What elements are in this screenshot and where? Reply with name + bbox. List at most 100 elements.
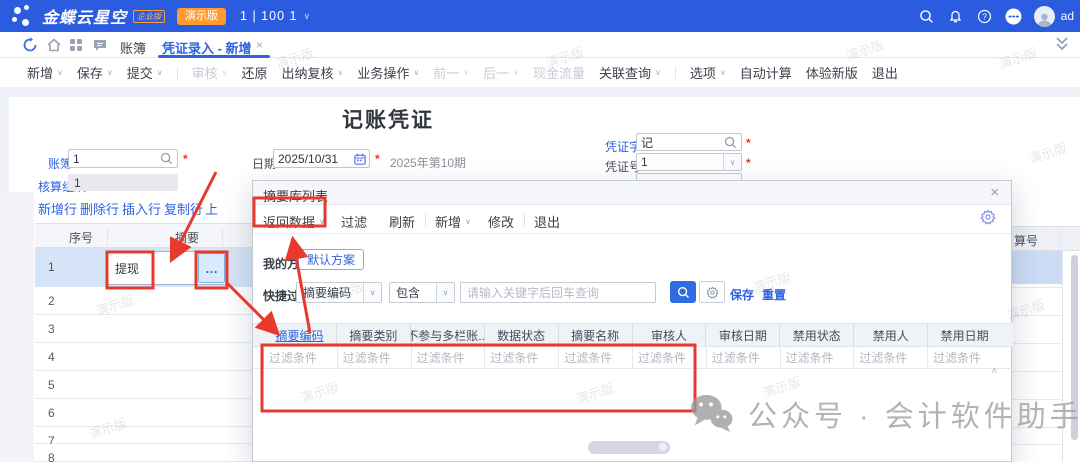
- reset-scheme-link[interactable]: 重置: [762, 286, 786, 303]
- more-options-icon[interactable]: [1005, 8, 1022, 25]
- collapse-double-chevron-icon[interactable]: [1054, 35, 1070, 51]
- dialog-toolbar-刷新[interactable]: 刷新: [389, 212, 415, 231]
- entry-row[interactable]: 4: [35, 343, 252, 371]
- voucher-number-input[interactable]: [637, 155, 723, 169]
- entry-row[interactable]: 8: [35, 444, 252, 462]
- dialog-filter-cell[interactable]: 过滤条件: [780, 347, 854, 368]
- tab-close-icon[interactable]: ×: [256, 38, 263, 52]
- voucher-number-field[interactable]: ∨: [636, 153, 742, 171]
- menu-item-退出[interactable]: 退出: [872, 63, 898, 82]
- voucher-word-input[interactable]: [637, 135, 724, 149]
- dialog-toolbar-退出[interactable]: 退出: [534, 212, 560, 231]
- menu-item-保存[interactable]: 保存∨: [77, 63, 113, 82]
- dialog-filter-cell[interactable]: 过滤条件: [853, 347, 927, 368]
- help-icon[interactable]: ?: [976, 8, 993, 25]
- menu-item-label: 审核: [192, 63, 218, 82]
- notification-bell-icon[interactable]: [947, 8, 964, 25]
- date-input[interactable]: [274, 152, 354, 166]
- default-scheme-button[interactable]: 默认方案: [298, 249, 364, 270]
- row-action-删除行[interactable]: 删除行: [80, 199, 119, 218]
- dialog-toolbar-修改[interactable]: 修改: [488, 212, 514, 231]
- dialog-column-header-审核日期[interactable]: 审核日期: [706, 324, 780, 346]
- filter-settings-button[interactable]: [699, 281, 725, 303]
- home-icon[interactable]: [46, 37, 62, 53]
- apps-grid-icon[interactable]: [68, 37, 84, 53]
- vertical-scrollbar-thumb[interactable]: [1071, 255, 1078, 440]
- calendar-icon[interactable]: [354, 153, 366, 165]
- row-action-复制行[interactable]: 复制行: [164, 199, 203, 218]
- message-icon[interactable]: [92, 37, 108, 53]
- dialog-column-header-禁用日期[interactable]: 禁用日期: [928, 324, 1001, 346]
- voucher-number-chevron-icon[interactable]: ∨: [723, 154, 741, 170]
- menu-item-提交[interactable]: 提交∨: [127, 63, 163, 82]
- keyword-search-input[interactable]: [460, 282, 656, 303]
- dialog-filter-cell[interactable]: 过滤条件: [263, 347, 337, 368]
- dialog-filter-cell[interactable]: 过滤条件: [558, 347, 632, 368]
- menu-item-选项[interactable]: 选项∨: [690, 63, 726, 82]
- user-avatar[interactable]: [1034, 6, 1055, 27]
- dialog-column-header-禁用人[interactable]: 禁用人: [854, 324, 928, 346]
- voucher-word-lookup-icon[interactable]: [724, 136, 737, 149]
- date-field[interactable]: [273, 149, 370, 168]
- dialog-column-header-摘要编码[interactable]: 摘要编码: [263, 324, 337, 346]
- filter-operator-select[interactable]: 包含 ∨: [389, 282, 455, 303]
- dialog-column-header-摘要类别[interactable]: 摘要类别: [337, 324, 411, 346]
- menu-item-自动计算[interactable]: 自动计算: [740, 63, 792, 82]
- menu-item-还原[interactable]: 还原: [242, 63, 268, 82]
- search-button[interactable]: [670, 281, 696, 303]
- summary-lookup-dots-button[interactable]: …: [198, 253, 225, 283]
- entry-row[interactable]: 3: [35, 315, 252, 343]
- entry-row[interactable]: 6: [35, 399, 252, 427]
- menu-item-出纳复核[interactable]: 出纳复核∨: [282, 63, 344, 82]
- dialog-filter-cell[interactable]: 过滤条件: [337, 347, 411, 368]
- filter-operator-chevron-icon[interactable]: ∨: [436, 283, 454, 302]
- dialog-column-header-不参与多栏账...[interactable]: 不参与多栏账...: [411, 324, 485, 346]
- save-scheme-link[interactable]: 保存: [730, 286, 754, 303]
- dialog-close-icon[interactable]: ×: [990, 184, 999, 201]
- row-action-上[interactable]: 上: [205, 199, 218, 218]
- entry-row[interactable]: 2: [35, 287, 252, 315]
- row-seq: 6: [48, 406, 55, 420]
- demo-watermark: 演示版: [1026, 137, 1069, 167]
- tab-account-book[interactable]: 账簿: [120, 38, 146, 57]
- filter-field-select[interactable]: 摘要编码 ∨: [296, 282, 382, 303]
- menu-item-体验新版[interactable]: 体验新版: [806, 63, 858, 82]
- dialog-toolbar-过滤[interactable]: 过滤: [341, 212, 367, 231]
- workspace-chevron-down-icon[interactable]: ∨: [303, 11, 310, 22]
- dialog-filter-cell[interactable]: 过滤条件: [411, 347, 485, 368]
- dialog-column-header-审核人[interactable]: 审核人: [633, 324, 707, 346]
- dialog-toolbar-返回数据[interactable]: 返回数据∨: [263, 212, 325, 231]
- dialog-filter-cell[interactable]: 过滤条件: [706, 347, 780, 368]
- dialog-column-header-数据状态[interactable]: 数据状态: [485, 324, 559, 346]
- sync-icon[interactable]: [22, 37, 38, 53]
- entry-row[interactable]: 7: [35, 427, 252, 444]
- dialog-filter-cell[interactable]: 过滤条件: [632, 347, 706, 368]
- dialog-column-header-摘要名称[interactable]: 摘要名称: [559, 324, 633, 346]
- left-grid-gutter: [0, 192, 34, 462]
- book-field[interactable]: [68, 149, 178, 168]
- menu-item-业务操作[interactable]: 业务操作∨: [357, 63, 419, 82]
- dialog-grid-filter-row: 过滤条件过滤条件过滤条件过滤条件过滤条件过滤条件过滤条件过滤条件过滤条件过滤条件: [253, 347, 1013, 369]
- row-action-插入行[interactable]: 插入行: [122, 199, 161, 218]
- dialog-toolbar-新增[interactable]: 新增∨: [435, 212, 471, 231]
- voucher-word-field[interactable]: [636, 133, 742, 151]
- dialog-settings-gear-icon[interactable]: [980, 209, 996, 228]
- scroll-up-icon[interactable]: ∧: [991, 365, 998, 376]
- filter-field-chevron-icon[interactable]: ∨: [363, 283, 381, 302]
- username-text[interactable]: ad: [1061, 9, 1074, 23]
- row-action-新增行[interactable]: 新增行: [38, 199, 77, 218]
- menu-item-label: 体验新版: [806, 63, 858, 82]
- dialog-column-header-禁用状态[interactable]: 禁用状态: [780, 324, 854, 346]
- search-icon[interactable]: [918, 8, 935, 25]
- menu-item-新增[interactable]: 新增∨: [27, 63, 63, 82]
- menu-item-关联查询[interactable]: 关联查询∨: [599, 63, 661, 82]
- dialog-filter-cell[interactable]: 过滤条件: [484, 347, 558, 368]
- entry-row[interactable]: 5: [35, 371, 252, 399]
- book-input[interactable]: [69, 152, 160, 166]
- dialog-filter-cell[interactable]: 过滤条件: [927, 347, 1001, 368]
- book-lookup-icon[interactable]: [160, 152, 173, 165]
- dialog-header[interactable]: 摘要库列表 ×: [253, 181, 1011, 205]
- horizontal-scrollbar-thumb[interactable]: [588, 441, 670, 454]
- seq-column-header: 序号: [69, 229, 93, 246]
- workspace-selector[interactable]: 1 | 100 1: [240, 9, 297, 23]
